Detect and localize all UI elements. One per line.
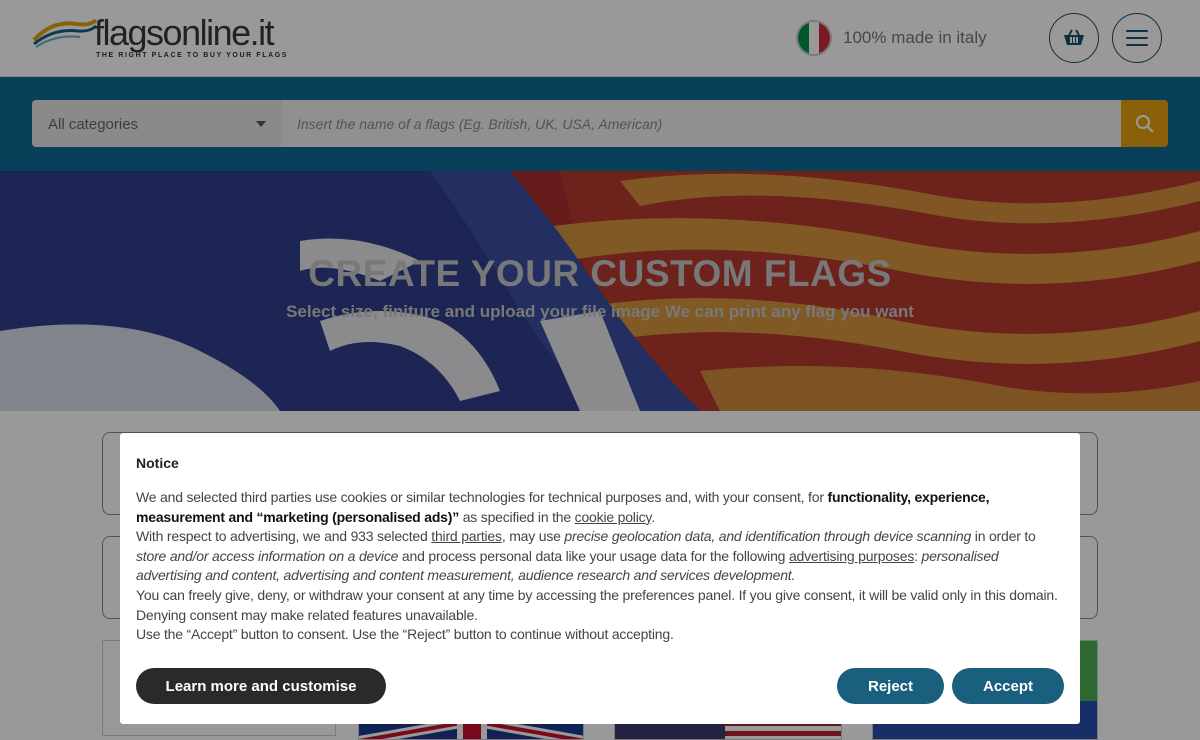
notice-text: as specified in the bbox=[459, 508, 575, 525]
notice-text: We and selected third parties use cookie… bbox=[136, 489, 828, 505]
cookie-policy-link[interactable]: cookie policy bbox=[575, 509, 652, 525]
notice-text: . bbox=[651, 508, 655, 525]
notice-italic: precise geolocation data, and identifica… bbox=[564, 528, 972, 545]
third-parties-link[interactable]: third parties bbox=[431, 528, 502, 544]
notice-text: : bbox=[914, 547, 922, 564]
notice-text: Use the “Accept” button to consent. Use … bbox=[136, 626, 674, 643]
notice-text: , may use bbox=[501, 528, 565, 545]
notice-text: With respect to advertising, we and 933 … bbox=[136, 528, 432, 545]
accept-button[interactable]: Accept bbox=[952, 668, 1064, 704]
notice-text: You can freely give, deny, or withdraw y… bbox=[136, 586, 1058, 623]
notice-body: We and selected third parties use cookie… bbox=[136, 488, 1064, 645]
advertising-purposes-link[interactable]: advertising purposes bbox=[789, 548, 914, 564]
learn-more-button[interactable]: Learn more and customise bbox=[136, 668, 386, 704]
cookie-notice-dialog: Notice We and selected third parties use… bbox=[120, 433, 1080, 724]
notice-text: in order to bbox=[971, 528, 1036, 545]
notice-italic: store and/or access information on a dev… bbox=[136, 547, 399, 564]
reject-button[interactable]: Reject bbox=[837, 668, 944, 704]
notice-title: Notice bbox=[136, 455, 179, 471]
notice-text: and process personal data like your usag… bbox=[398, 547, 789, 564]
